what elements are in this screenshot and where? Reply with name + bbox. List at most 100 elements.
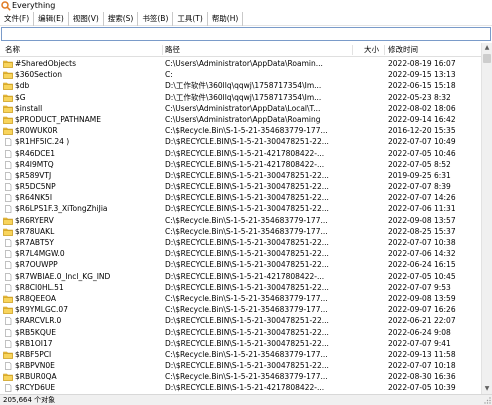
file-path: D:\$RECYCLE.BIN\S-1-5-21-300478251-22...	[165, 327, 329, 337]
file-name: $RBF5PCI	[15, 349, 52, 359]
file-row[interactable]: $R1HF5IC.24 ) D:\$RECYCLE.BIN\S-1-5-21-30…	[0, 136, 481, 147]
file-row[interactable]: $G D:\工作软件\360llq\qqwj\1758717354\Im... 20…	[0, 92, 481, 103]
file-modified: 2022-08-25 15:37	[388, 226, 456, 236]
folder-icon	[3, 373, 13, 382]
file-modified: 2022-09-08 13:57	[388, 215, 456, 225]
file-row[interactable]: $R78UAKL C:\$Recycle.Bin\S-1-5-21-3546837…	[0, 226, 481, 237]
file-modified: 2022-07-07 9:53	[388, 282, 451, 292]
file-path: D:\$RECYCLE.BIN\S-1-5-21-300478251-22...	[165, 260, 329, 270]
column-header-modified[interactable]: 修改时间	[388, 43, 418, 57]
file-modified: 2022-07-07 10:49	[388, 137, 456, 147]
menu-bookmarks[interactable]: 书签(B)	[138, 12, 174, 26]
file-row[interactable]: $R5DC5NP D:\$RECYCLE.BIN\S-1-5-21-3004782…	[0, 181, 481, 192]
menu-view[interactable]: 视图(V)	[69, 12, 104, 26]
folder-icon	[3, 71, 13, 79]
file-modified: 2022-07-05 8:52	[388, 159, 451, 169]
menu-help[interactable]: 帮助(H)	[208, 12, 244, 26]
file-icon	[5, 317, 12, 326]
file-path: D:\$RECYCLE.BIN\S-1-5-21-300478251-22...	[165, 249, 329, 259]
file-modified: 2022-09-15 13:13	[388, 70, 456, 80]
window-title: Everything	[12, 1, 56, 10]
file-row[interactable]: $R8CI0HL.51 D:\$RECYCLE.BIN\S-1-5-21-3004…	[0, 282, 481, 293]
file-name: $R589VTJ	[15, 170, 52, 180]
scroll-down-arrow-icon[interactable]: ▼	[482, 384, 492, 394]
menu-tools[interactable]: 工具(T)	[173, 12, 208, 26]
file-row[interactable]: $R46DCE1 D:\$RECYCLE.BIN\S-1-5-21-4217808…	[0, 148, 481, 159]
file-row[interactable]: $R7WBIAE.0_Incl_KG_IND D:\$RECYCLE.BIN\S-…	[0, 271, 481, 282]
file-modified: 2022-07-06 11:31	[388, 204, 456, 214]
folder-icon	[3, 127, 13, 135]
file-row[interactable]: $RB1OI17 D:\$RECYCLE.BIN\S-1-5-21-3004782…	[0, 338, 481, 349]
file-path: D:\$RECYCLE.BIN\S-1-5-21-4217808422-...	[165, 159, 325, 169]
search-box	[1, 27, 491, 41]
scroll-up-arrow-icon[interactable]: ▲	[482, 43, 492, 53]
file-row[interactable]: $R4I9MTQ D:\$RECYCLE.BIN\S-1-5-21-4217808…	[0, 159, 481, 170]
file-path: D:\$RECYCLE.BIN\S-1-5-21-4217808422-...	[165, 383, 325, 393]
folder-icon	[3, 295, 13, 303]
file-row[interactable]: $R7OUWPP D:\$RECYCLE.BIN\S-1-5-21-3004782…	[0, 259, 481, 270]
file-row[interactable]: $R6LPS1F.3_XiTongZhiJia D:\$RECYCLE.BIN\S…	[0, 203, 481, 214]
file-row[interactable]: $RBPVN0E D:\$RECYCLE.BIN\S-1-5-21-3004782…	[0, 360, 481, 371]
file-row[interactable]: $RARCVLR.0 D:\$RECYCLE.BIN\S-1-5-21-30047…	[0, 315, 481, 326]
file-path: C:\$Recycle.Bin\S-1-5-21-354683779-177..…	[165, 349, 328, 359]
file-row[interactable]: $R8QEEOA C:\$Recycle.Bin\S-1-5-21-3546837…	[0, 293, 481, 304]
column-divider[interactable]	[384, 45, 385, 55]
file-icon	[5, 138, 12, 147]
file-row[interactable]: $db D:\工作软件\360llq\qqwj\1758717354\Im... 2…	[0, 80, 481, 91]
file-icon	[5, 283, 12, 292]
vertical-scrollbar[interactable]: ▲ ▼	[481, 43, 492, 394]
file-row[interactable]: $R64NK5I D:\$RECYCLE.BIN\S-1-5-21-3004782…	[0, 192, 481, 203]
column-divider[interactable]	[352, 45, 353, 55]
file-name: #SharedObjects	[15, 59, 77, 68]
file-name: $R7WBIAE.0_Incl_KG_IND	[15, 271, 111, 281]
column-divider[interactable]	[162, 45, 163, 55]
file-name: $R8QEEOA	[15, 293, 57, 303]
file-row[interactable]: $RBUR0QA C:\$Recycle.Bin\S-1-5-21-3546837…	[0, 371, 481, 382]
file-path: D:\$RECYCLE.BIN\S-1-5-21-300478251-22...	[165, 204, 329, 214]
file-path: C:\Users\Administrator\AppData\Roamin...	[165, 59, 323, 68]
menu-search[interactable]: 搜索(S)	[104, 12, 139, 26]
menu-edit[interactable]: 编辑(E)	[34, 12, 69, 26]
file-name: $R78UAKL	[15, 226, 55, 236]
file-row[interactable]: $360Section C: 2022-09-15 13:13	[0, 69, 481, 80]
file-path: D:\$RECYCLE.BIN\S-1-5-21-300478251-22...	[165, 282, 329, 292]
folder-icon	[3, 60, 13, 68]
title-bar: Everything	[0, 0, 492, 12]
folder-icon	[3, 83, 13, 91]
scroll-thumb[interactable]	[483, 54, 491, 63]
column-header-size[interactable]: 大小	[364, 43, 379, 57]
menu-file[interactable]: 文件(F)	[0, 12, 35, 26]
file-icon	[5, 160, 12, 169]
file-name: $G	[15, 92, 26, 102]
column-header-path[interactable]: 路径	[165, 43, 180, 57]
file-row[interactable]: $install C:\Users\Administrator\AppData\L…	[0, 103, 481, 114]
file-row[interactable]: $RB5KQUE D:\$RECYCLE.BIN\S-1-5-21-3004782…	[0, 327, 481, 338]
file-row[interactable]: $RBF5PCI C:\$Recycle.Bin\S-1-5-21-3546837…	[0, 349, 481, 360]
file-row[interactable]: $R6RYERV C:\$Recycle.Bin\S-1-5-21-3546837…	[0, 215, 481, 226]
search-input[interactable]	[2, 28, 490, 40]
file-row[interactable]: #SharedObjects C:\Users\Administrator\App…	[0, 58, 481, 69]
file-path: C:\$Recycle.Bin\S-1-5-21-354683779-177..…	[165, 372, 328, 382]
column-header-name[interactable]: 名称	[5, 43, 20, 57]
folder-icon	[3, 217, 13, 225]
file-path: D:\$RECYCLE.BIN\S-1-5-21-4217808422-...	[165, 148, 325, 158]
folder-icon	[3, 306, 13, 314]
file-row[interactable]: $R9YMLGC.07 C:\$Recycle.Bin\S-1-5-21-3546…	[0, 304, 481, 315]
resize-grip-icon[interactable]	[483, 396, 491, 404]
file-row[interactable]: $R589VTJ D:\$RECYCLE.BIN\S-1-5-21-3004782…	[0, 170, 481, 181]
file-modified: 2022-06-24 9:08	[388, 327, 451, 337]
file-modified: 2022-08-30 16:36	[388, 372, 456, 382]
file-row[interactable]: $R0WUK0R C:\$Recycle.Bin\S-1-5-21-3546837…	[0, 125, 481, 136]
file-icon	[5, 250, 12, 259]
file-row[interactable]: $RCYD6UE D:\$RECYCLE.BIN\S-1-5-21-4217808…	[0, 382, 481, 393]
file-name: $RB5KQUE	[15, 327, 56, 337]
file-path: D:\$RECYCLE.BIN\S-1-5-21-4217808422-...	[165, 271, 325, 281]
file-row[interactable]: $R7L4MGW.0 D:\$RECYCLE.BIN\S-1-5-21-30047…	[0, 248, 481, 259]
file-name: $R8CI0HL.51	[15, 282, 64, 292]
file-row[interactable]: $R7ABT5Y D:\$RECYCLE.BIN\S-1-5-21-3004782…	[0, 237, 481, 248]
file-modified: 2022-09-07 16:26	[388, 305, 456, 315]
file-name: $R9YMLGC.07	[15, 305, 68, 315]
file-path: D:\$RECYCLE.BIN\S-1-5-21-300478251-22...	[165, 137, 329, 147]
file-row[interactable]: $PRODUCT_PATHNAME C:\Users\Administrator\…	[0, 114, 481, 125]
file-modified: 2022-06-24 16:15	[388, 260, 456, 270]
